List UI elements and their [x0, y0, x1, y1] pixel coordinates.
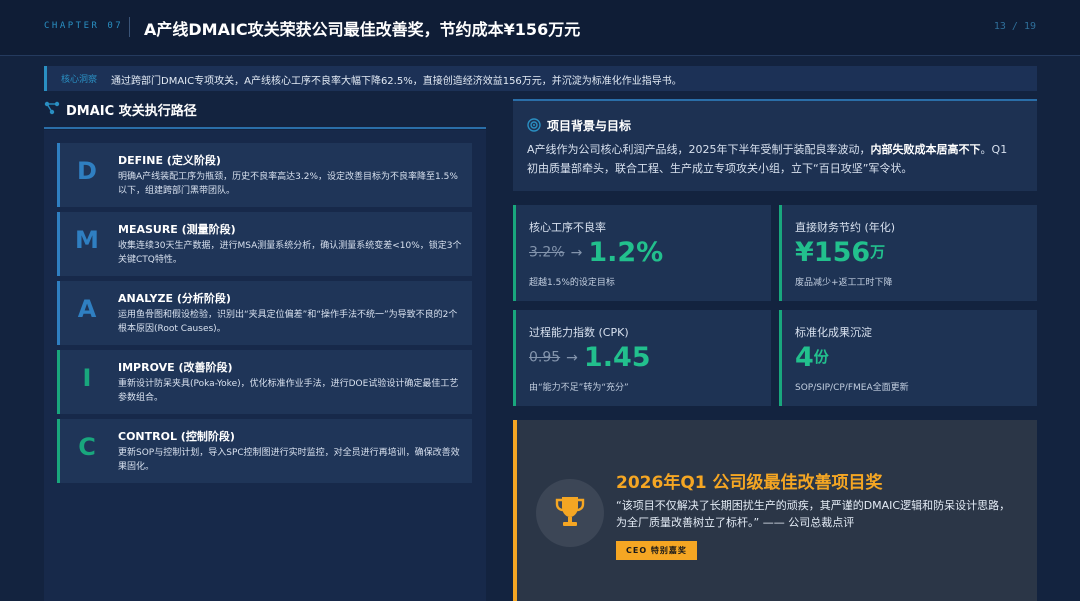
step-accent-bar — [57, 419, 60, 483]
award-title: 2026年Q1 公司级最佳改善项目奖 — [616, 473, 883, 493]
background-title: 项目背景与目标 — [547, 119, 632, 133]
background-text: A产线作为公司核心利润产品线，2025年下半年受制于装配良率波动，内部失败成本居… — [527, 140, 1017, 178]
step-letter: A — [77, 295, 97, 323]
metric-value: 1.45 — [583, 342, 651, 373]
step-letter: I — [82, 364, 92, 392]
metric-value: ¥156 — [795, 237, 871, 268]
metric-old-value: 0.95 — [529, 349, 561, 366]
metric-values: 4份 — [795, 342, 829, 378]
metric-card: 核心工序不良率 3.2% → 1.2% 超越1.5%的设定目标 — [513, 205, 771, 301]
metric-unit: 份 — [813, 348, 829, 366]
ceo-badge: CEO 特别嘉奖 — [616, 541, 697, 560]
step-description: 更新SOP与控制计划，导入SPC控制图进行实时监控，对全员进行再培训，确保改善效… — [118, 448, 460, 472]
metric-accent-bar — [513, 310, 516, 406]
step-title: IMPROVE (改善阶段) — [118, 361, 233, 374]
metric-label: 标准化成果沉淀 — [795, 326, 872, 339]
step-letter: C — [78, 433, 96, 461]
step-letter: D — [77, 157, 97, 185]
dmaic-step-c: C CONTROL (控制阶段) 更新SOP与控制计划，导入SPC控制图进行实时监控… — [57, 419, 472, 483]
metric-accent-bar — [779, 310, 782, 406]
award-quote: “该项目不仅解决了长期困扰生产的顽疾，其严谨的DMAIC逻辑和防呆设计思路，为全… — [616, 499, 1011, 529]
metric-unit: 万 — [870, 243, 886, 261]
page-title: A产线DMAIC攻关荣获公司最佳改善奖，节约成本¥156万元 — [144, 20, 581, 39]
step-title: ANALYZE (分析阶段) — [118, 292, 231, 305]
dmaic-step-m: M MEASURE (测量阶段) 收集连续30天生产数据，进行MSA测量系统分析，确… — [57, 212, 472, 276]
metric-card: 直接财务节约 (年化) ¥156万废品减少+返工工时下降 — [779, 205, 1037, 301]
metric-label: 直接财务节约 (年化) — [795, 221, 896, 234]
header-bar: CHAPTER 07 A产线DMAIC攻关荣获公司最佳改善奖，节约成本¥156万… — [0, 0, 1080, 56]
step-description: 重新设计防呆夹具(Poka-Yoke)，优化标准作业手法，进行DOE试验设计确定… — [118, 379, 459, 403]
step-accent-bar — [57, 350, 60, 414]
metric-values: 0.95 → 1.45 — [529, 342, 651, 378]
metric-label: 核心工序不良率 — [529, 221, 606, 234]
insight-banner: 核心洞察 通过跨部门DMAIC专项攻关，A产线核心工序不良率大幅下降62.5%，… — [44, 66, 1037, 91]
metric-subtext: 由“能力不足”转为“充分” — [529, 383, 629, 393]
step-description: 运用鱼骨图和假设检验，识别出“夹具定位偏差”和“操作手法不统一”为导致不良的2个… — [118, 310, 458, 334]
dmaic-step-d: D DEFINE (定义阶段) 明确A产线装配工序为瓶颈，历史不良率高达3.2%，设… — [57, 143, 472, 207]
page-number: 13 / 19 — [993, 21, 1036, 32]
section-divider — [44, 127, 486, 129]
dmaic-section-title-text: DMAIC 攻关执行路径 — [66, 104, 197, 119]
target-icon — [527, 118, 541, 132]
step-title: MEASURE (测量阶段) — [118, 223, 236, 236]
step-description: 收集连续30天生产数据，进行MSA测量系统分析，确认测量系统变差<10%，锁定3… — [118, 241, 462, 265]
metric-values: ¥156万 — [795, 237, 885, 273]
metric-label: 过程能力指数 (CPK) — [529, 326, 629, 339]
metric-value: 1.2% — [588, 237, 664, 268]
header-divider — [129, 17, 130, 37]
chapter-label: CHAPTER 07 — [44, 21, 124, 31]
trophy-icon — [536, 479, 604, 547]
step-accent-bar — [57, 281, 60, 345]
step-accent-bar — [57, 212, 60, 276]
step-letter: M — [75, 226, 99, 254]
arrow-right-icon: → — [566, 349, 578, 366]
metric-accent-bar — [779, 205, 782, 301]
metric-subtext: SOP/SIP/CP/FMEA全面更新 — [795, 383, 909, 393]
metric-subtext: 废品减少+返工工时下降 — [795, 278, 893, 288]
insight-text: 通过跨部门DMAIC专项攻关，A产线核心工序不良率大幅下降62.5%，直接创造经… — [111, 76, 682, 87]
metric-subtext: 超越1.5%的设定目标 — [529, 278, 615, 288]
step-accent-bar — [57, 143, 60, 207]
background-card: 项目背景与目标 A产线作为公司核心利润产品线，2025年下半年受制于装配良率波动… — [513, 99, 1037, 191]
metric-accent-bar — [513, 205, 516, 301]
step-title: CONTROL (控制阶段) — [118, 430, 235, 443]
step-title: DEFINE (定义阶段) — [118, 154, 221, 167]
metric-value: 4 — [795, 342, 814, 373]
metric-old-value: 3.2% — [529, 244, 565, 261]
award-card: 2026年Q1 公司级最佳改善项目奖 “该项目不仅解决了长期困扰生产的顽疾，其严… — [513, 420, 1037, 601]
background-text-part: A产线作为公司核心利润产品线，2025年下半年受制于装配良率波动， — [527, 143, 871, 156]
background-text-highlight: 内部失败成本居高不下 — [870, 143, 981, 156]
step-description: 明确A产线装配工序为瓶颈，历史不良率高达3.2%，设定改善目标为不良率降至1.5… — [118, 172, 458, 196]
metric-card: 标准化成果沉淀 4份 SOP/SIP/CP/FMEA全面更新 — [779, 310, 1037, 406]
workflow-icon — [44, 101, 60, 115]
insight-label: 核心洞察 — [61, 75, 98, 85]
metric-card: 过程能力指数 (CPK) 0.95 → 1.45 由“能力不足”转为“充分” — [513, 310, 771, 406]
metric-values: 3.2% → 1.2% — [529, 237, 663, 273]
dmaic-step-i: I IMPROVE (改善阶段) 重新设计防呆夹具(Poka-Yoke)，优化标准作… — [57, 350, 472, 414]
dmaic-step-a: A ANALYZE (分析阶段) 运用鱼骨图和假设检验，识别出“夹具定位偏差”和“操… — [57, 281, 472, 345]
arrow-right-icon: → — [570, 244, 583, 261]
